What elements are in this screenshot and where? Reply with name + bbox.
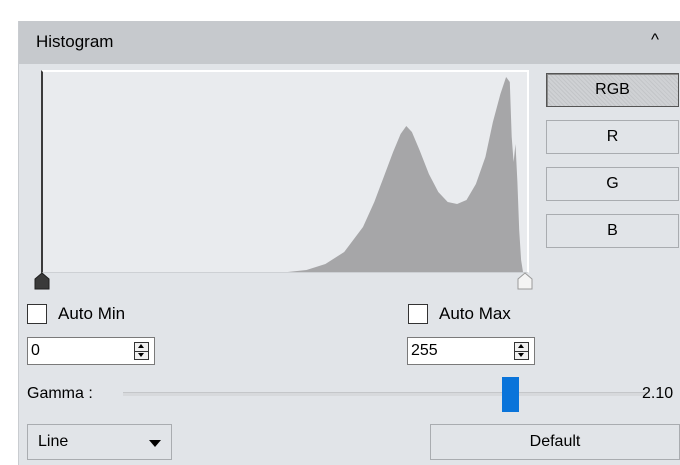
collapse-icon[interactable]: ^ bbox=[651, 30, 659, 50]
auto-max-label: Auto Max bbox=[439, 304, 511, 323]
histogram-area bbox=[43, 77, 523, 272]
auto-min-checkbox[interactable] bbox=[27, 304, 47, 324]
min-decrement-icon[interactable] bbox=[135, 351, 148, 359]
gamma-label: Gamma : bbox=[27, 385, 93, 402]
max-value-input[interactable] bbox=[411, 340, 507, 362]
auto-max-checkbox[interactable] bbox=[408, 304, 428, 324]
histogram-plot bbox=[41, 70, 529, 273]
default-button[interactable]: Default bbox=[430, 424, 680, 460]
max-value-spinbox bbox=[407, 337, 535, 365]
channel-r-button[interactable]: R bbox=[546, 120, 679, 154]
channel-r-label: R bbox=[606, 128, 619, 145]
channel-rgb-label: RGB bbox=[595, 81, 630, 98]
default-button-label: Default bbox=[529, 433, 581, 450]
min-value-spinbox bbox=[27, 337, 155, 365]
panel-title: Histogram bbox=[36, 32, 114, 51]
channel-g-button[interactable]: G bbox=[546, 167, 679, 201]
draw-mode-value: Line bbox=[38, 433, 69, 450]
min-level-handle-icon[interactable] bbox=[34, 272, 50, 290]
channel-g-label: G bbox=[606, 175, 619, 192]
gamma-slider-track[interactable] bbox=[123, 392, 647, 396]
max-spin-buttons[interactable] bbox=[514, 342, 529, 360]
channel-rgb-button[interactable]: RGB bbox=[546, 73, 679, 107]
panel-header[interactable]: Histogram ^ bbox=[19, 21, 680, 64]
channel-b-label: B bbox=[607, 222, 618, 239]
histogram-svg bbox=[43, 77, 523, 272]
auto-min-label: Auto Min bbox=[58, 304, 126, 323]
min-spin-buttons[interactable] bbox=[134, 342, 149, 360]
dropdown-caret-icon bbox=[149, 440, 161, 447]
min-value-input[interactable] bbox=[31, 340, 127, 362]
histogram-panel: Histogram ^ RGB R G B Auto Min Auto Max … bbox=[18, 21, 680, 465]
gamma-slider-thumb[interactable] bbox=[502, 377, 519, 412]
max-level-handle-icon[interactable] bbox=[517, 272, 533, 290]
max-decrement-icon[interactable] bbox=[515, 351, 528, 359]
gamma-value: 2.10 bbox=[642, 385, 674, 402]
draw-mode-select[interactable]: Line bbox=[27, 424, 172, 460]
channel-b-button[interactable]: B bbox=[546, 214, 679, 248]
